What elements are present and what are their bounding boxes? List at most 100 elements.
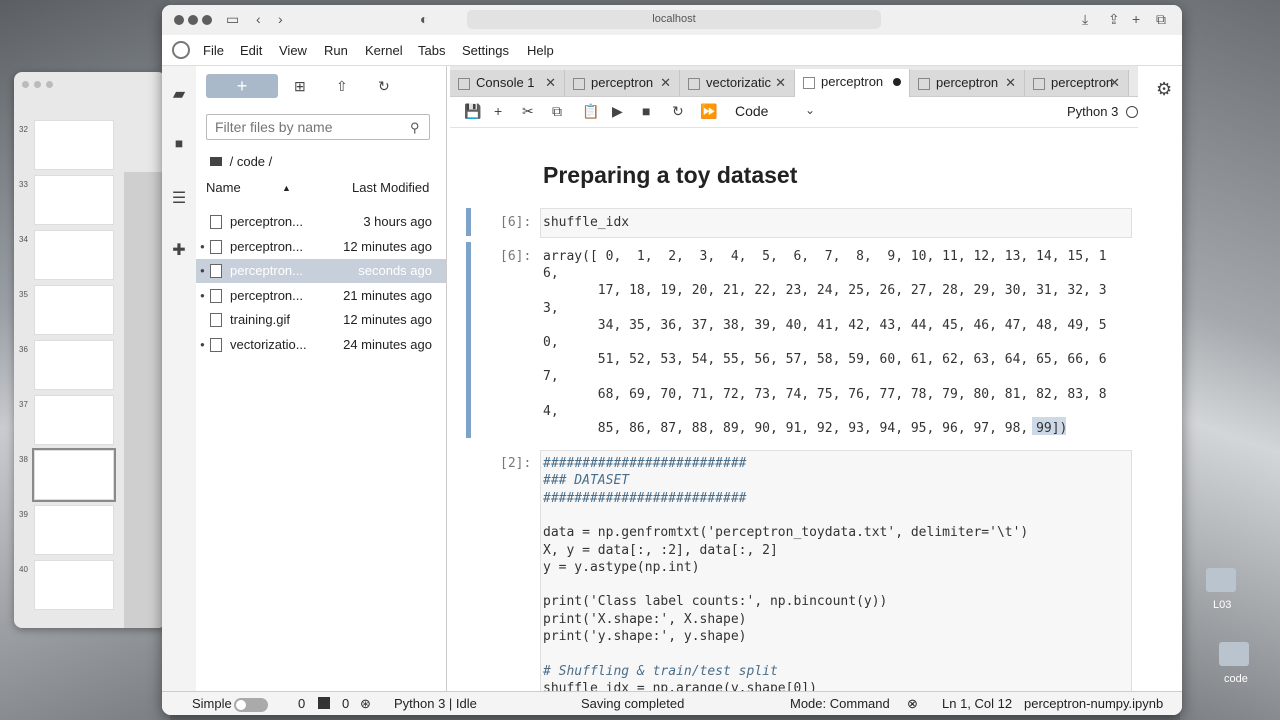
close-icon[interactable] bbox=[174, 15, 184, 25]
folder-icon[interactable] bbox=[1206, 568, 1236, 592]
code-line[interactable]: X, y = data[:, :2], data[:, 2] bbox=[543, 543, 778, 558]
privacy-icon[interactable]: ◐ bbox=[420, 11, 428, 27]
code-line[interactable]: print('Class label counts:', np.bincount… bbox=[543, 594, 887, 609]
code-line[interactable]: y = y.astype(np.int) bbox=[543, 560, 700, 575]
unsaved-dot-icon[interactable] bbox=[893, 78, 901, 86]
paste-icon[interactable]: 📋 bbox=[582, 103, 599, 120]
file-row[interactable]: perceptron... 3 hours ago bbox=[196, 210, 446, 234]
tab-label[interactable]: Console 1 bbox=[476, 75, 535, 90]
running-stop-icon[interactable]: ⏹ bbox=[169, 136, 189, 154]
menu-tabs[interactable]: Tabs bbox=[418, 43, 445, 58]
slide-thumbnail[interactable]: 39 bbox=[19, 505, 114, 555]
menu-help[interactable]: Help bbox=[527, 43, 554, 58]
restart-icon[interactable]: ↻ bbox=[672, 103, 684, 120]
breadcrumb[interactable]: / code / bbox=[210, 154, 272, 169]
tab[interactable]: perceptron ✕ bbox=[1025, 70, 1129, 96]
slide-thumbnail[interactable]: 35 bbox=[19, 285, 114, 335]
kernel-name[interactable]: Python 3 bbox=[1067, 104, 1118, 119]
desktop-folder-label[interactable]: code bbox=[1224, 673, 1248, 685]
notebook-mode[interactable]: Mode: Command bbox=[790, 696, 890, 711]
close-icon[interactable]: ✕ bbox=[775, 70, 786, 96]
gear-icon[interactable]: ⚙ bbox=[1156, 79, 1172, 100]
simple-mode-toggle[interactable] bbox=[234, 698, 268, 712]
tab-label[interactable]: perceptron bbox=[821, 74, 883, 89]
terminal-icon[interactable] bbox=[318, 697, 330, 709]
upload-icon[interactable]: ⇧ bbox=[336, 78, 348, 95]
slide-thumbnail[interactable]: 33 bbox=[19, 175, 114, 225]
extension-icon[interactable]: ✚ bbox=[169, 240, 189, 260]
tab[interactable]: vectorizatic ✕ bbox=[680, 70, 795, 96]
cell-type-select[interactable]: Code bbox=[735, 103, 768, 119]
cursor-position[interactable]: Ln 1, Col 12 bbox=[942, 696, 1012, 711]
file-name[interactable]: perceptron... bbox=[230, 284, 303, 308]
column-modified-header[interactable]: Last Modified bbox=[352, 180, 429, 200]
notebook-panel[interactable]: Preparing a toy dataset [6]: shuffle_idx… bbox=[450, 128, 1138, 691]
download-icon[interactable]: ⤓ bbox=[1082, 11, 1088, 28]
forward-icon[interactable]: › bbox=[278, 11, 283, 27]
cut-icon[interactable]: ✂ bbox=[522, 103, 534, 120]
kernel-count[interactable]: 0 bbox=[342, 696, 349, 711]
column-name-header[interactable]: Name bbox=[206, 180, 241, 200]
terminal-count[interactable]: 0 bbox=[298, 696, 305, 711]
address-bar[interactable]: localhost bbox=[467, 10, 881, 29]
menu-edit[interactable]: Edit bbox=[240, 43, 262, 58]
chevron-down-icon[interactable]: ⌄ bbox=[805, 103, 815, 117]
file-name[interactable]: vectorizatio... bbox=[230, 333, 307, 357]
file-row[interactable]: ● perceptron... seconds ago bbox=[196, 259, 446, 283]
tab-label[interactable]: perceptron bbox=[591, 75, 653, 90]
code-line[interactable]: ########################## bbox=[543, 491, 747, 506]
menu-settings[interactable]: Settings bbox=[462, 43, 509, 58]
slide-thumbnail[interactable]: 40 bbox=[19, 560, 114, 610]
close-icon[interactable]: ✕ bbox=[1005, 70, 1016, 96]
new-tab-icon[interactable]: + bbox=[1132, 11, 1140, 27]
menu-run[interactable]: Run bbox=[324, 43, 348, 58]
folder-icon[interactable] bbox=[1219, 642, 1249, 666]
zoom-icon[interactable] bbox=[202, 15, 212, 25]
slide-thumbnail[interactable]: 36 bbox=[19, 340, 114, 390]
code-line[interactable]: shuffle_idx bbox=[543, 215, 629, 230]
kernel-icon[interactable]: ⊛ bbox=[360, 696, 371, 712]
share-icon[interactable]: ⇪ bbox=[1108, 11, 1120, 28]
command-palette-icon[interactable]: ☰ bbox=[169, 188, 189, 208]
code-line[interactable]: # Shuffling & train/test split bbox=[543, 664, 778, 679]
file-row[interactable]: ● perceptron... 12 minutes ago bbox=[196, 235, 446, 259]
file-row[interactable]: ● vectorizatio... 24 minutes ago bbox=[196, 333, 446, 357]
close-icon[interactable] bbox=[22, 81, 29, 88]
tab[interactable]: Console 1 ✕ bbox=[450, 70, 565, 96]
tab[interactable]: perceptron ✕ bbox=[565, 70, 680, 96]
file-row[interactable]: training.gif 12 minutes ago bbox=[196, 308, 446, 332]
breadcrumb-path[interactable]: / code / bbox=[230, 154, 273, 169]
kernel-status[interactable]: Python 3 | Idle bbox=[394, 696, 477, 711]
stop-icon[interactable]: ■ bbox=[642, 103, 650, 119]
add-cell-icon[interactable]: + bbox=[494, 103, 502, 119]
copy-icon[interactable]: ⧉ bbox=[552, 103, 562, 120]
slide-thumbnail[interactable]: 32 bbox=[19, 120, 114, 170]
desktop-folder-label[interactable]: L03 bbox=[1213, 599, 1231, 611]
file-name[interactable]: training.gif bbox=[230, 308, 290, 332]
slide-thumbnail[interactable]: 34 bbox=[19, 230, 114, 280]
menu-kernel[interactable]: Kernel bbox=[365, 43, 403, 58]
folder-icon[interactable]: ▰ bbox=[169, 84, 189, 104]
new-folder-icon[interactable]: ⊞ bbox=[294, 78, 306, 95]
fast-forward-icon[interactable]: ⏩ bbox=[700, 103, 717, 120]
tab[interactable]: perceptron ✕ bbox=[910, 70, 1025, 96]
slide-thumbnail[interactable]: 38 bbox=[19, 448, 116, 502]
filter-input[interactable] bbox=[206, 114, 430, 140]
zoom-icon[interactable] bbox=[46, 81, 53, 88]
code-line[interactable]: data = np.genfromtxt('perceptron_toydata… bbox=[543, 525, 1028, 540]
code-line[interactable]: shuffle_idx = np.arange(y.shape[0]) bbox=[543, 681, 817, 691]
minimize-icon[interactable] bbox=[188, 15, 198, 25]
code-line[interactable]: print('y.shape:', y.shape) bbox=[543, 629, 747, 644]
sidebar-icon[interactable]: ▭ bbox=[226, 11, 239, 28]
file-name[interactable]: perceptron... bbox=[230, 259, 303, 283]
new-launcher-button[interactable]: + bbox=[206, 74, 278, 98]
file-name[interactable]: perceptron... bbox=[230, 235, 303, 259]
code-line[interactable]: print('X.shape:', X.shape) bbox=[543, 612, 747, 627]
slide-thumbnail[interactable]: 37 bbox=[19, 395, 114, 445]
run-icon[interactable]: ▶ bbox=[612, 103, 623, 120]
menu-view[interactable]: View bbox=[279, 43, 307, 58]
file-row[interactable]: ● perceptron... 21 minutes ago bbox=[196, 284, 446, 308]
tab-label[interactable]: perceptron bbox=[936, 75, 998, 90]
save-icon[interactable]: 💾 bbox=[464, 103, 481, 120]
tab-overview-icon[interactable]: ⧉ bbox=[1156, 11, 1166, 28]
